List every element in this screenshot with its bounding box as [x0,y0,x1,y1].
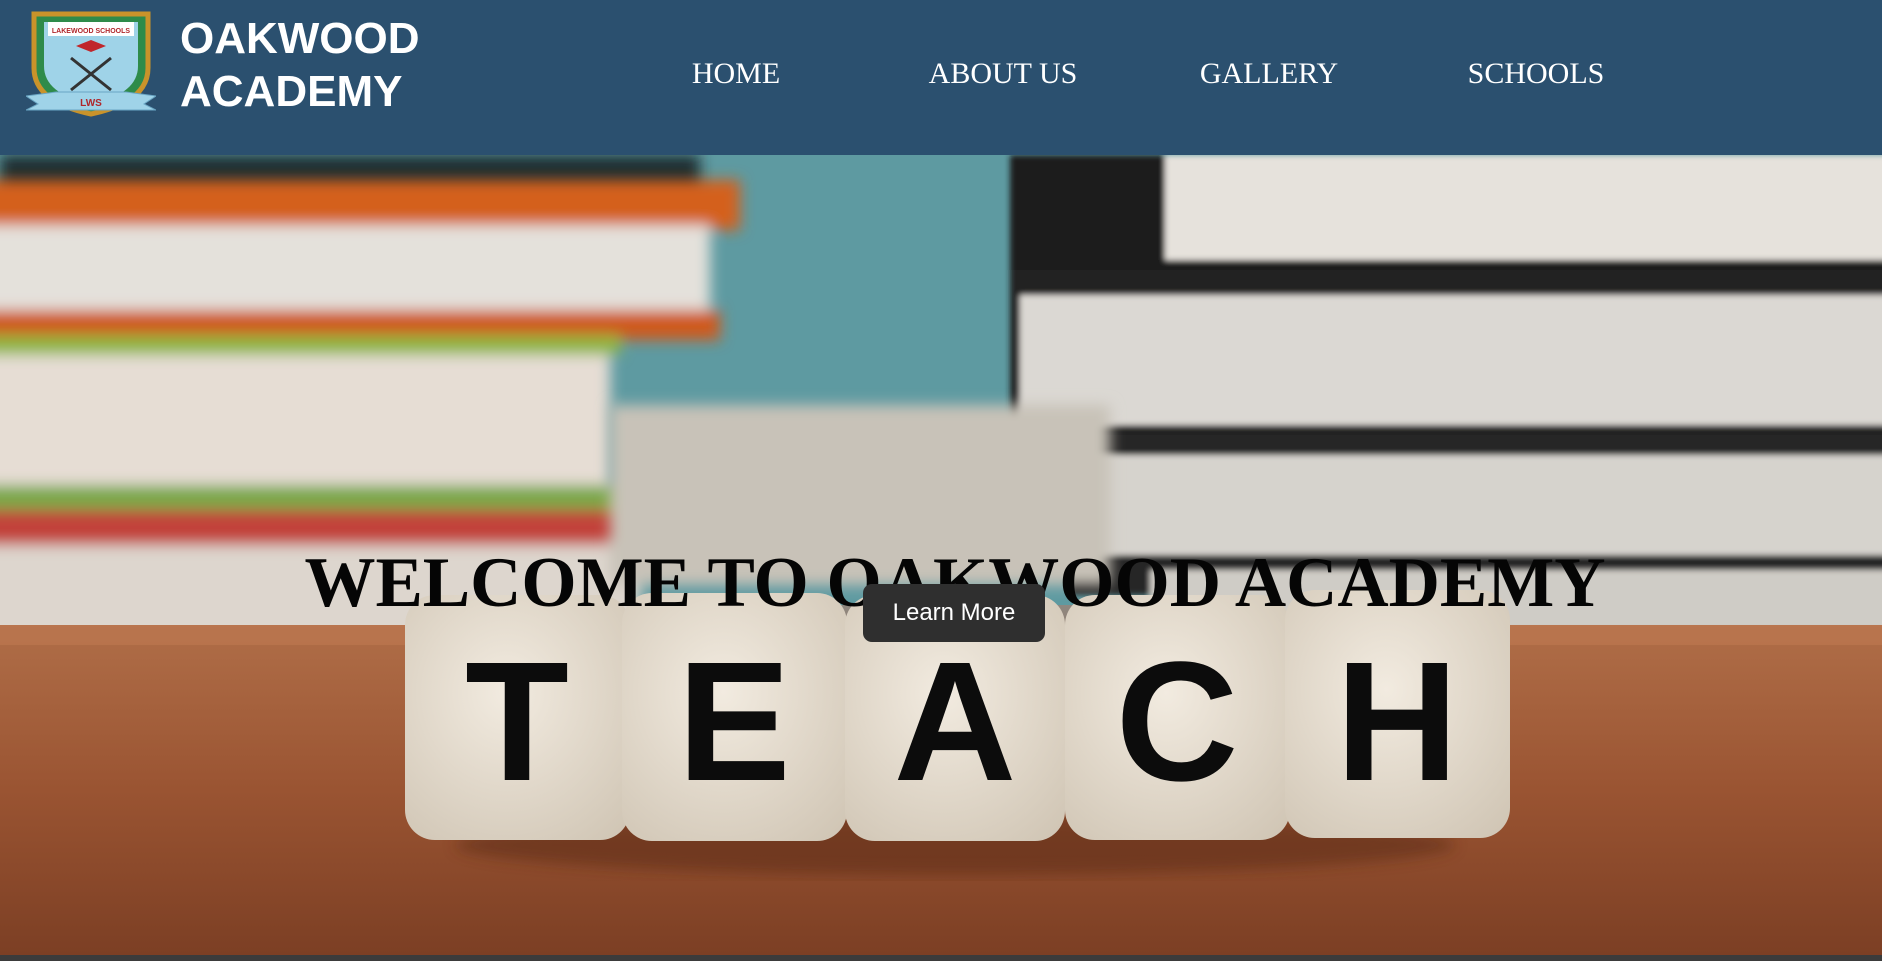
die-letter-a: A [894,627,1017,817]
crest-ribbon-text: LWS [80,98,102,109]
page-bottom-edge [0,955,1882,961]
nav-gallery-link[interactable]: GALLERY [1200,56,1338,92]
nav-about-us-link[interactable]: ABOUT US [929,56,1078,92]
hero-section: T E A C H WELCOME TO OAKWOOD ACADEMY Lea… [0,155,1882,955]
die-letter-c: C [1116,627,1239,817]
learn-more-button[interactable]: Learn More [863,584,1045,642]
main-nav: HOME ABOUT US GALLERY SCHOOLS [0,56,1882,96]
nav-home-link[interactable]: HOME [692,56,780,92]
die-letter-h: H [1336,627,1459,817]
die-letter-t: T [465,627,569,817]
die-letter-e: E [677,627,790,817]
site-header: LAKEWOOD SCHOOLS LWS OAKWOOD ACADEMY HOM… [0,0,1882,155]
nav-schools-link[interactable]: SCHOOLS [1468,56,1605,92]
crest-banner-text: LAKEWOOD SCHOOLS [52,28,130,35]
